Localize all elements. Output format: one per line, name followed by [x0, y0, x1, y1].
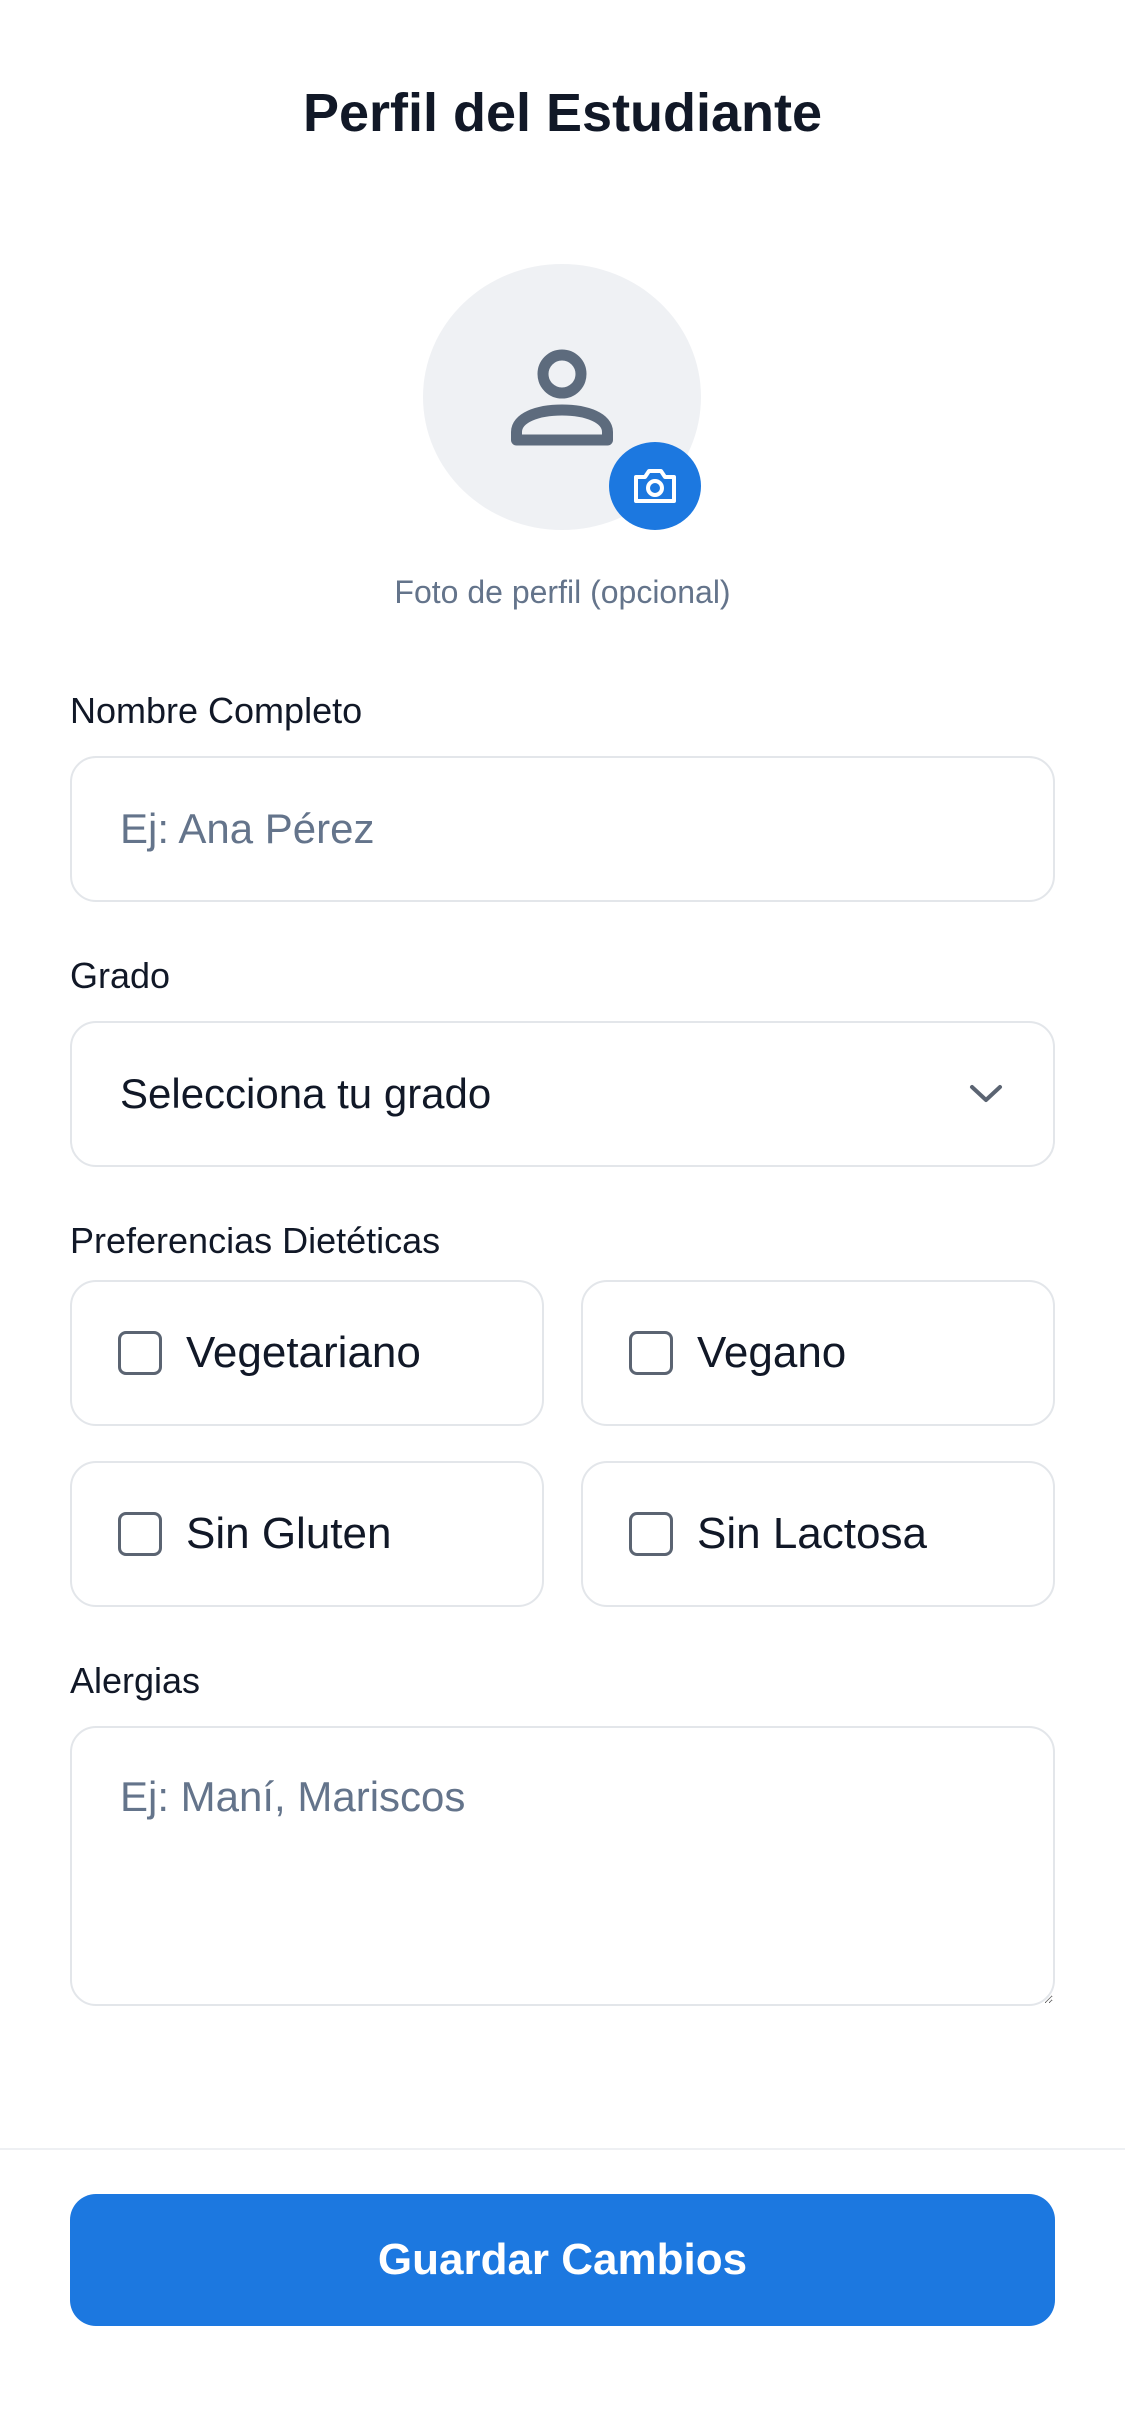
chevron-down-icon [970, 1085, 1002, 1102]
diet-option-vegano[interactable]: Vegano [581, 1280, 1055, 1426]
diet-option-label: Vegano [697, 1328, 847, 1377]
checkbox[interactable] [118, 1331, 162, 1375]
allergies-label: Alergias [70, 1660, 201, 1701]
checkbox[interactable] [629, 1331, 673, 1375]
camera-icon [634, 469, 676, 503]
allergies-textarea[interactable] [70, 1726, 1055, 2006]
diet-option-label: Sin Gluten [186, 1509, 392, 1558]
checkbox[interactable] [118, 1512, 162, 1556]
diet-option-vegetariano[interactable]: Vegetariano [70, 1280, 544, 1426]
diet-option-sin-lactosa[interactable]: Sin Lactosa [581, 1461, 1055, 1607]
change-photo-button[interactable] [609, 442, 701, 530]
profile-photo[interactable] [423, 264, 701, 530]
diet-option-sin-gluten[interactable]: Sin Gluten [70, 1461, 544, 1607]
grade-label: Grado [70, 955, 171, 996]
diet-option-label: Vegetariano [186, 1328, 421, 1377]
grade-select-value: Selecciona tu grado [120, 1070, 492, 1117]
student-profile-screen: Perfil del Estudiante Foto de perfil (op… [0, 0, 1125, 2436]
page-title: Perfil del Estudiante [302, 83, 823, 143]
grade-select[interactable]: Selecciona tu grado [70, 1021, 1055, 1167]
user-icon [511, 349, 613, 446]
diet-option-label: Sin Lactosa [697, 1509, 927, 1558]
photo-caption: Foto de perfil (opcional) [394, 574, 731, 610]
diet-label: Preferencias Dietéticas [70, 1220, 441, 1261]
name-label: Nombre Completo [70, 690, 363, 731]
save-changes-button[interactable]: Guardar Cambios [70, 2194, 1055, 2326]
checkbox[interactable] [629, 1512, 673, 1556]
footer-divider [0, 2148, 1125, 2150]
full-name-input[interactable] [70, 756, 1055, 902]
